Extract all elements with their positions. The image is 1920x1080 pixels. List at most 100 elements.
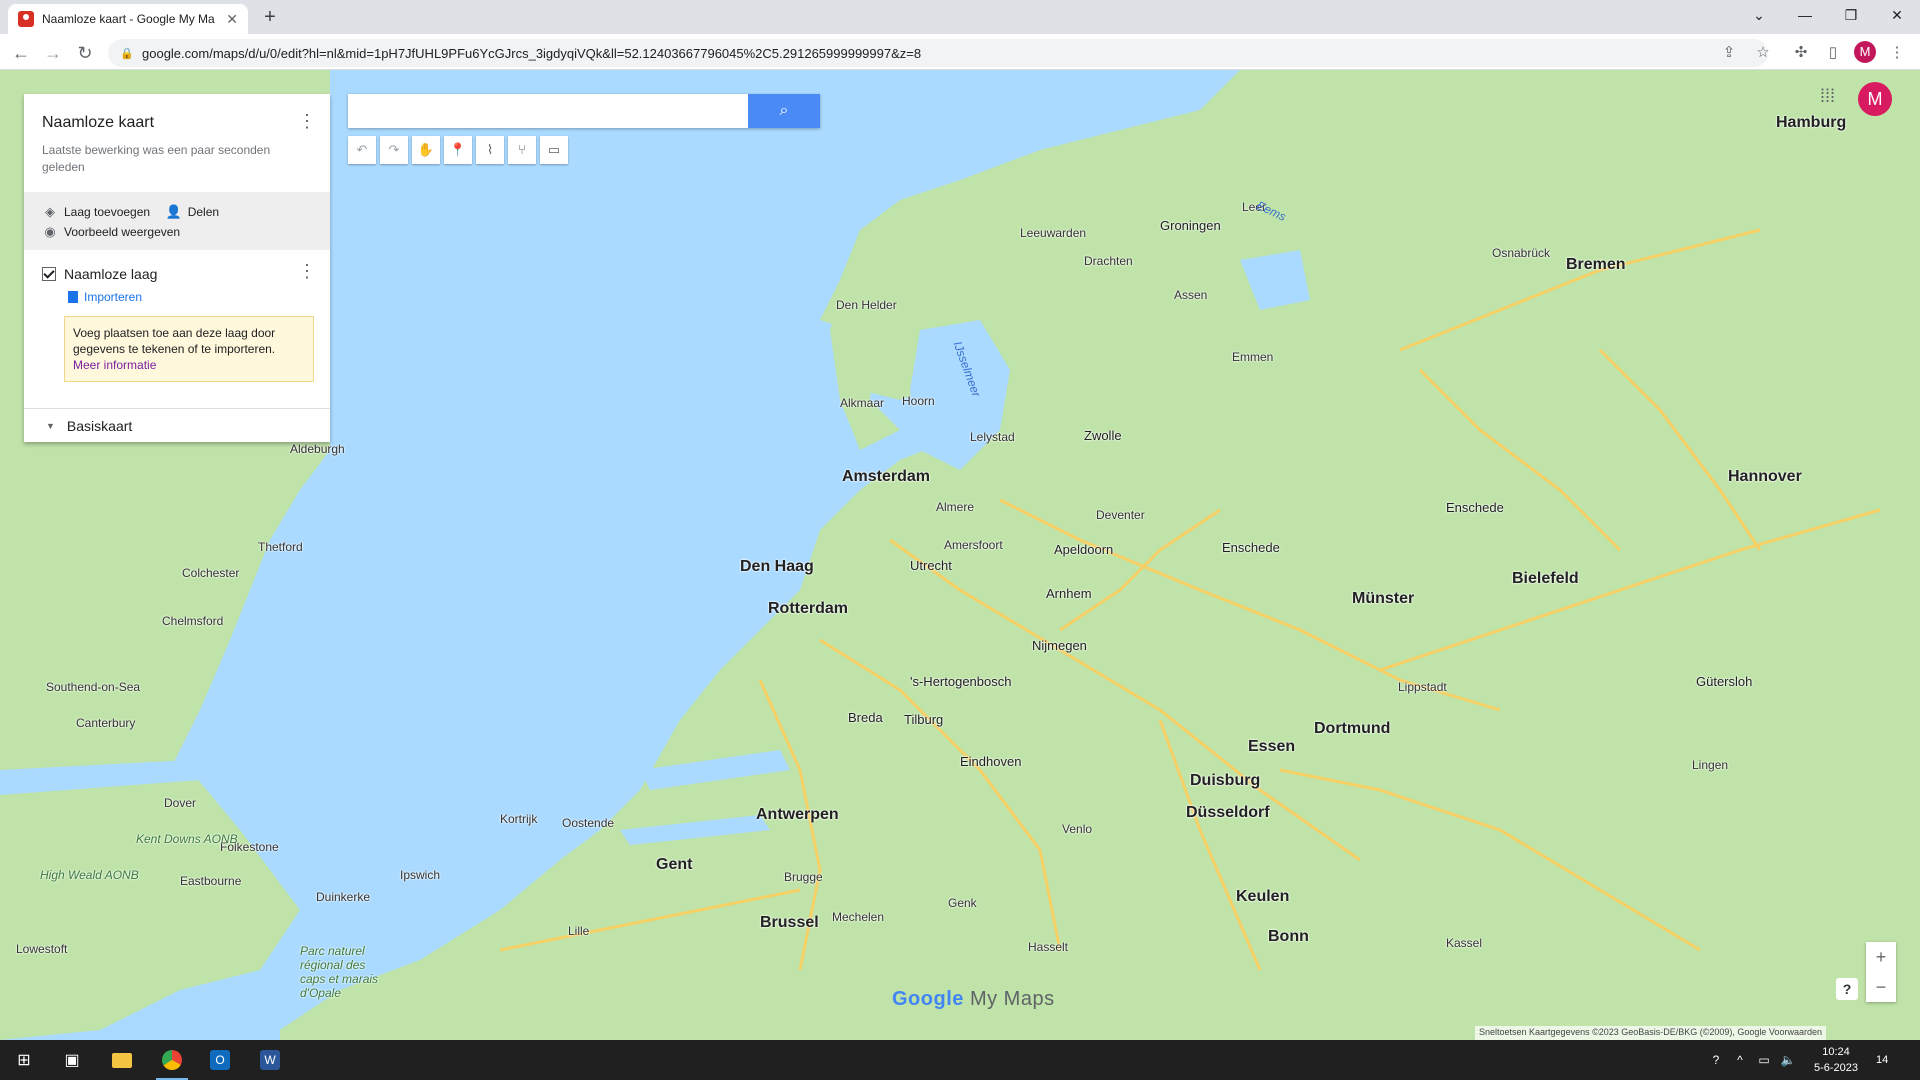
map-actions: ◈ Laag toevoegen 👤 Delen ◉ Voorbeeld weerge… — [24, 192, 330, 250]
taskbar-clock[interactable]: 10:24 5-6-2023 — [1806, 1044, 1866, 1076]
measure-ruler-icon[interactable]: ▭ — [540, 136, 568, 164]
network-icon[interactable]: ▭ — [1752, 1053, 1776, 1067]
chrome-icon[interactable] — [148, 1040, 196, 1080]
tab-title: Naamloze kaart - Google My Ma — [42, 12, 215, 26]
map-label-almere: Almere — [936, 500, 975, 514]
map-options-menu-icon[interactable]: ⋮ — [298, 112, 316, 130]
select-hand-icon[interactable]: ✋ — [412, 136, 440, 164]
account-avatar[interactable]: M — [1858, 82, 1892, 116]
map-label-assen: Assen — [1174, 288, 1208, 302]
map-label-den-helder: Den Helder — [836, 298, 897, 312]
map-label-osnabruck: Enschede — [1446, 500, 1504, 515]
layer-name[interactable]: Naamloze laag — [64, 266, 157, 282]
share-button[interactable]: 👤 Delen — [166, 202, 219, 222]
search-input[interactable] — [348, 94, 748, 128]
map-label-enschede: Enschede — [1222, 540, 1280, 555]
task-view-icon[interactable]: ▣ — [48, 1040, 96, 1080]
tray-chevron-icon[interactable]: ^ — [1728, 1053, 1752, 1067]
layer-options-menu-icon[interactable]: ⋮ — [298, 262, 316, 280]
word-icon[interactable]: W — [246, 1040, 294, 1080]
map-label-essen: Essen — [1248, 738, 1296, 755]
map-label-drachten: Drachten — [1084, 254, 1133, 268]
map-label-duisburg: Duisburg — [1190, 772, 1261, 789]
map-label-den-haag: Den Haag — [740, 558, 814, 575]
map-label-hannover: Hannover — [1728, 468, 1802, 485]
redo-icon[interactable]: ↷ — [380, 136, 408, 164]
google-my-maps-logo: Google My Maps — [892, 988, 1055, 1010]
side-panel-icon[interactable]: ▯ — [1822, 42, 1844, 64]
browser-menu-icon[interactable]: ⋮ — [1886, 42, 1908, 64]
reload-button[interactable]: ↻ — [74, 42, 96, 64]
map-canvas[interactable]: Amsterdam Den Haag Rotterdam Antwerpen G… — [0, 70, 1920, 1040]
directions-icon[interactable]: ⑂ — [508, 136, 536, 164]
map-label-leeuwarden: Leeuwarden — [1020, 226, 1087, 240]
add-layer-button[interactable]: ◈ Laag toevoegen — [42, 202, 150, 222]
clock-time: 10:24 — [1822, 1046, 1850, 1058]
tab-my-maps[interactable]: Naamloze kaart - Google My Ma ✕ — [8, 4, 248, 34]
share-icon[interactable]: ⇪ — [1718, 42, 1740, 64]
restore-button[interactable]: ❐ — [1828, 0, 1874, 30]
help-tray-icon[interactable]: ? — [1704, 1053, 1728, 1067]
undo-icon[interactable]: ↶ — [348, 136, 376, 164]
map-label-parc-opale: Parc naturel régional des caps et marais… — [300, 944, 379, 1000]
zoom-out-button[interactable]: − — [1866, 972, 1896, 1002]
map-toolbar: ↶ ↷ ✋ 📍 ⌇ ⑂ ▭ — [348, 136, 568, 164]
close-tab-icon[interactable]: ✕ — [226, 11, 238, 28]
basemap-toggle[interactable]: ▼ Basiskaart — [24, 408, 330, 442]
map-label-nijmegen: Nijmegen — [1032, 638, 1087, 653]
map-label-hoorn: Hoorn — [902, 394, 935, 408]
more-info-link[interactable]: Meer informatie — [73, 357, 305, 373]
volume-icon[interactable]: 🔈 — [1776, 1053, 1800, 1067]
minimize-button[interactable]: — — [1782, 0, 1828, 30]
windows-start-icon[interactable]: ⊞ — [0, 1040, 48, 1080]
preview-button[interactable]: ◉ Voorbeeld weergeven — [42, 222, 180, 242]
map-label-eastbourne: Lowestoft — [16, 942, 68, 956]
add-marker-icon[interactable]: 📍 — [444, 136, 472, 164]
map-label-lowestoft: Aldeburgh — [290, 442, 345, 456]
extensions-icon[interactable]: ✣ — [1790, 42, 1812, 64]
file-explorer-icon[interactable] — [98, 1040, 146, 1080]
url-text: google.com/maps/d/u/0/edit?hl=nl&mid=1pH… — [142, 45, 922, 61]
map-label-dortmund: Dortmund — [1314, 720, 1391, 737]
eye-icon: ◉ — [44, 224, 56, 239]
url-field[interactable]: 🔒 google.com/maps/d/u/0/edit?hl=nl&mid=1… — [108, 39, 1768, 67]
apps-grid-icon[interactable]: ⁞⁞⁞ — [1820, 86, 1835, 107]
import-link[interactable]: Importeren — [68, 288, 312, 306]
windows-taskbar: ⊞ ▣ O W ? ^ ▭ 🔈 10:24 5-6-2023 14 — [0, 1040, 1920, 1080]
new-tab-button[interactable]: + — [258, 6, 282, 29]
layers-icon: ◈ — [45, 204, 55, 219]
map-label-munster: Münster — [1352, 590, 1415, 607]
map-label-aldeburgh: Thetford — [258, 540, 303, 554]
outlook-icon[interactable]: O — [196, 1040, 244, 1080]
map-title[interactable]: Naamloze kaart — [42, 114, 312, 132]
map-attribution[interactable]: Sneltoetsen Kaartgegevens ©2023 GeoBasis… — [1475, 1026, 1826, 1040]
close-window-button[interactable]: ✕ — [1874, 0, 1920, 30]
help-button[interactable]: ? — [1836, 978, 1858, 1000]
map-label-kortrijk: Lille — [568, 924, 590, 938]
map-label-tilburg: Tilburg — [904, 712, 944, 727]
map-label-mechelen: Brugge — [784, 870, 823, 884]
layer-hint-box: Voeg plaatsen toe aan deze laag door geg… — [64, 316, 314, 382]
system-tray: ? ^ ▭ 🔈 — [1704, 1040, 1800, 1080]
bookmark-star-icon[interactable]: ☆ — [1752, 42, 1774, 64]
browser-profile-avatar[interactable]: M — [1854, 41, 1876, 63]
map-legend-panel: Naamloze kaart Laatste bewerking was een… — [24, 94, 330, 442]
back-button[interactable]: ← — [10, 42, 32, 64]
tab-search-chevron-icon[interactable]: ⌄ — [1736, 0, 1782, 30]
lock-icon: 🔒 — [120, 48, 134, 60]
maps-favicon-icon — [18, 11, 34, 27]
forward-button[interactable]: → — [42, 42, 64, 64]
map-label-duinkerke: Ipswich — [400, 868, 441, 882]
last-edit-status: Laatste bewerking was een paar seconden … — [42, 143, 271, 174]
map-label-hamm: Lippstadt — [1398, 680, 1447, 694]
map-label-emmen: Emmen — [1232, 350, 1274, 364]
notifications-icon[interactable]: 14 — [1876, 1040, 1888, 1080]
search-button[interactable]: ⌕ — [748, 94, 820, 128]
add-person-icon: 👤 — [165, 204, 182, 219]
map-label-dusseldorf: Düsseldorf — [1186, 804, 1270, 821]
zoom-in-button[interactable]: + — [1866, 942, 1896, 972]
map-label-leuven: Mechelen — [832, 910, 885, 924]
map-label-southend: Canterbury — [76, 716, 136, 730]
draw-line-icon[interactable]: ⌇ — [476, 136, 504, 164]
layer-visibility-checkbox[interactable] — [42, 267, 56, 281]
